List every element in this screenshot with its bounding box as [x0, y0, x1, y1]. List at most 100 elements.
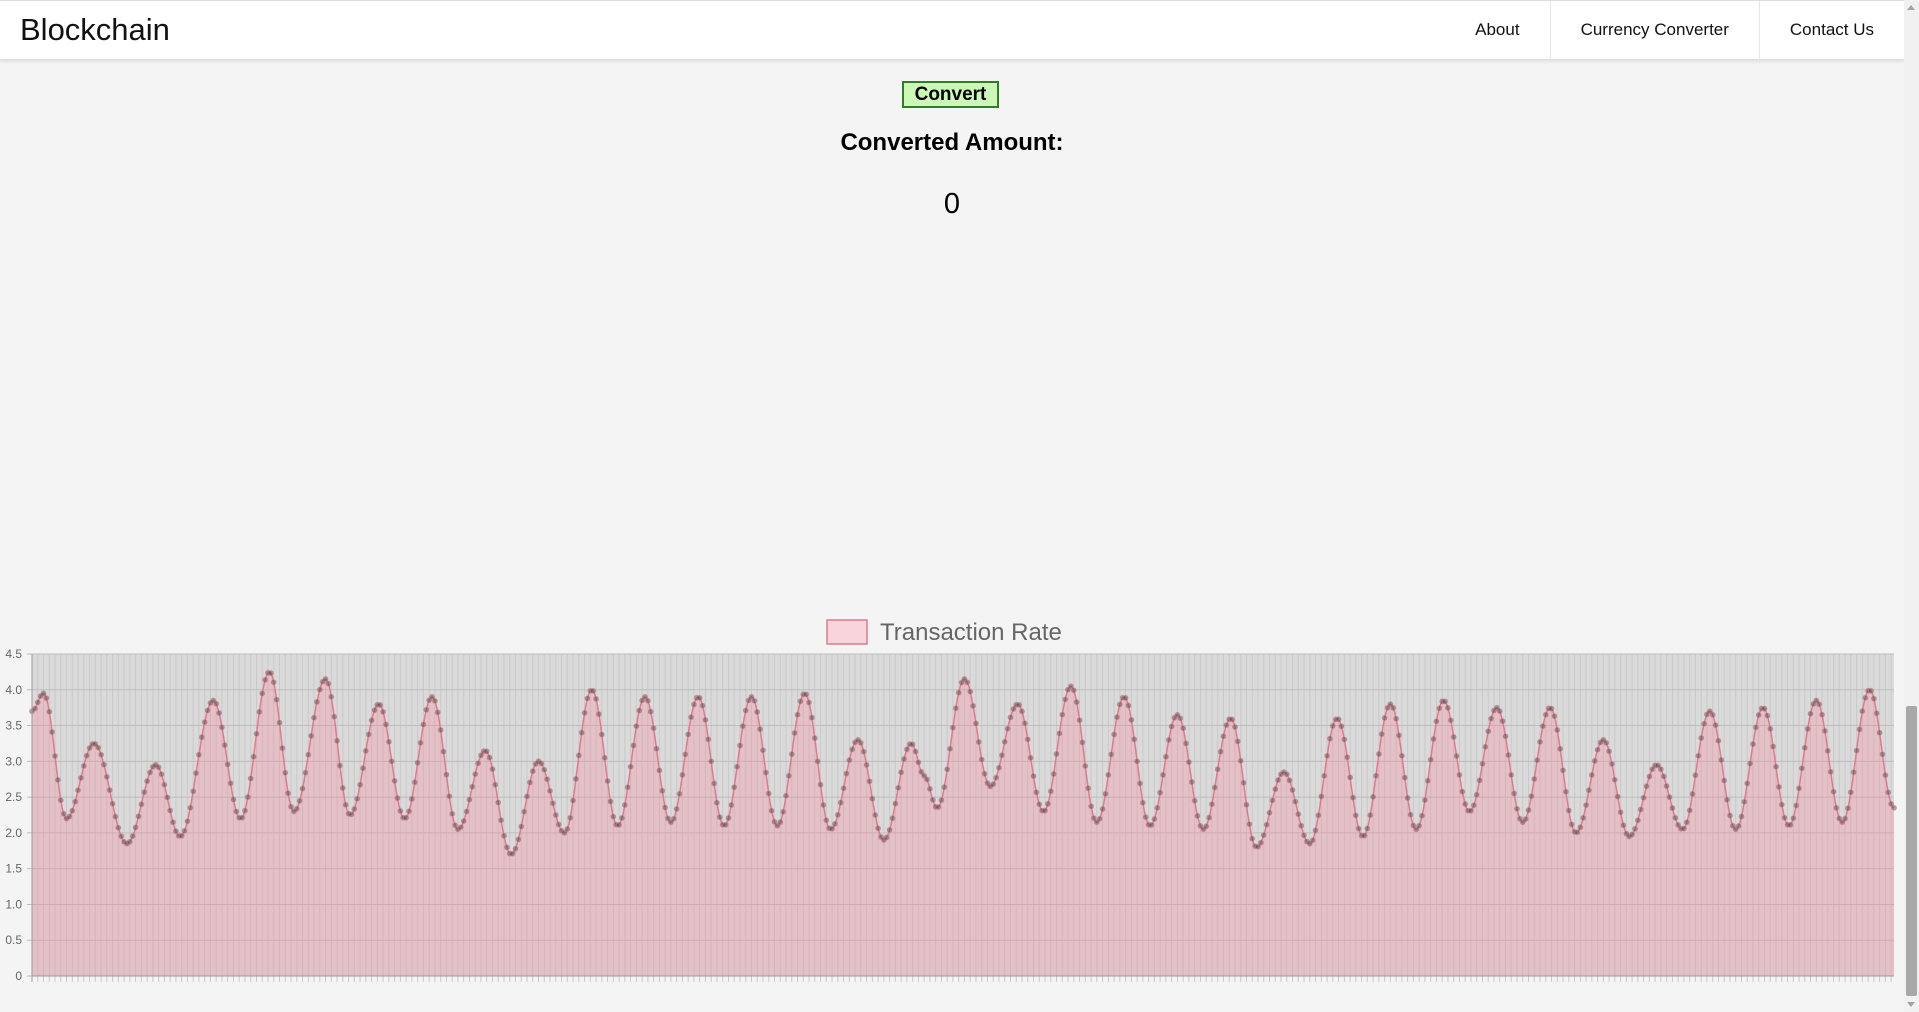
data-point: [590, 687, 597, 694]
legend-label[interactable]: Transaction Rate: [880, 619, 1062, 646]
data-point: [676, 790, 683, 797]
data-point: [777, 819, 784, 826]
data-point: [760, 747, 767, 754]
data-point: [1476, 777, 1483, 784]
data-point: [1350, 794, 1357, 801]
data-point: [1318, 793, 1325, 800]
data-point: [60, 810, 67, 817]
data-point: [967, 688, 974, 695]
data-point: [357, 781, 364, 788]
data-point: [621, 801, 628, 808]
data-point: [129, 833, 136, 840]
data-point: [975, 738, 982, 745]
data-point: [440, 748, 447, 755]
data-point: [1301, 832, 1308, 839]
data-point: [204, 707, 211, 714]
data-point: [647, 708, 654, 715]
data-point: [1819, 711, 1826, 718]
vertical-scrollbar[interactable]: [1904, 0, 1919, 1012]
data-point: [690, 701, 697, 708]
data-point: [80, 762, 87, 769]
y-tick-label: 3.5: [5, 719, 22, 733]
data-point: [1295, 811, 1302, 818]
nav-link-about[interactable]: About: [1445, 1, 1549, 59]
data-point: [1347, 774, 1354, 781]
data-point: [1738, 813, 1745, 820]
data-point: [616, 821, 623, 828]
data-point: [457, 824, 464, 831]
data-point: [1873, 710, 1880, 717]
data-point: [1637, 806, 1644, 813]
brand-logo[interactable]: Blockchain: [20, 1, 170, 59]
data-point: [1640, 794, 1647, 801]
data-point: [1079, 739, 1086, 746]
data-point: [1102, 790, 1109, 797]
data-point: [1525, 807, 1532, 814]
data-point: [1594, 746, 1601, 753]
converted-amount-label: Converted Amount:: [840, 129, 1064, 156]
data-point: [1781, 814, 1788, 821]
data-point: [365, 731, 372, 738]
data-point: [420, 721, 427, 728]
data-point: [1217, 748, 1224, 755]
data-point: [624, 784, 631, 791]
data-point: [57, 797, 64, 804]
data-point: [1177, 715, 1184, 722]
data-point: [1879, 751, 1886, 758]
data-point: [1390, 704, 1397, 711]
nav-link-currency-converter[interactable]: Currency Converter: [1549, 1, 1759, 59]
data-point: [262, 676, 269, 683]
data-point: [806, 699, 813, 706]
data-point: [1847, 789, 1854, 796]
data-point: [469, 783, 476, 790]
legend-swatch[interactable]: [826, 619, 868, 645]
data-point: [1695, 752, 1702, 759]
data-point: [495, 799, 502, 806]
data-point: [155, 764, 162, 771]
data-point: [1496, 708, 1503, 715]
data-point: [1326, 735, 1333, 742]
data-point: [1830, 788, 1837, 795]
data-point: [938, 797, 945, 804]
data-point: [662, 804, 669, 811]
data-point: [313, 698, 320, 705]
data-point: [941, 784, 948, 791]
data-point: [276, 719, 283, 726]
data-point: [1453, 752, 1460, 759]
convert-button[interactable]: Convert: [902, 81, 999, 108]
data-point: [1335, 716, 1342, 723]
data-point: [66, 813, 73, 820]
data-point: [1082, 762, 1089, 769]
data-point: [348, 811, 355, 818]
scroll-down-arrow-icon[interactable]: [1907, 1002, 1915, 1007]
data-point: [1560, 767, 1567, 774]
nav-link-contact-us[interactable]: Contact Us: [1758, 1, 1904, 59]
data-point: [518, 823, 525, 830]
data-point: [1315, 812, 1322, 819]
chart-legend[interactable]: Transaction Rate: [826, 619, 1062, 646]
data-point: [575, 752, 582, 759]
data-point: [1450, 734, 1457, 741]
data-point: [1663, 783, 1670, 790]
data-point: [285, 790, 292, 797]
data-point: [1214, 766, 1221, 773]
data-point: [1537, 738, 1544, 745]
data-point: [780, 808, 787, 815]
data-point: [397, 807, 404, 814]
data-point: [803, 691, 810, 698]
data-point: [118, 833, 125, 840]
scroll-up-arrow-icon[interactable]: [1907, 5, 1915, 10]
data-point: [1139, 799, 1146, 806]
data-point: [106, 787, 113, 794]
y-tick-label: 0.5: [5, 933, 22, 947]
chart-svg: 0 0.5 1.0 1.5 2.0 2.5 3.0 3.5 4.0 4.5 Transaction…: [5, 619, 1898, 983]
scroll-thumb[interactable]: [1906, 706, 1917, 996]
data-point: [1611, 776, 1618, 783]
data-point: [751, 697, 758, 704]
data-point: [1378, 731, 1385, 738]
data-point: [572, 775, 579, 782]
data-point: [423, 706, 430, 713]
data-point: [270, 679, 277, 686]
data-point: [682, 751, 689, 758]
data-point: [308, 732, 315, 739]
